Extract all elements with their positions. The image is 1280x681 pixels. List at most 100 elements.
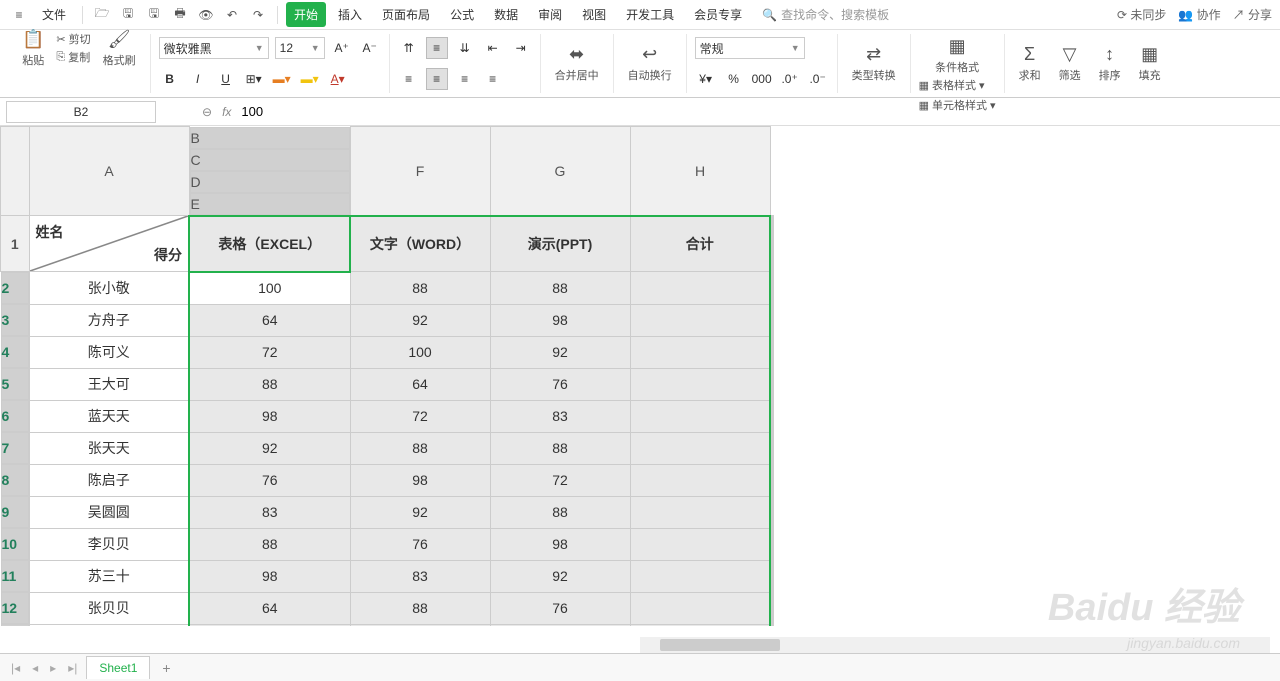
cell-E2[interactable] bbox=[630, 272, 770, 305]
table-style-button[interactable]: ▦ 表格样式 ▾ bbox=[919, 77, 996, 93]
cell-E12[interactable] bbox=[630, 592, 770, 624]
share-button[interactable]: ↗ 分享 bbox=[1233, 6, 1272, 23]
cell-D9[interactable]: 88 bbox=[490, 496, 630, 528]
cancel-icon[interactable]: ⊖ bbox=[202, 105, 212, 119]
cell-H8[interactable] bbox=[773, 464, 774, 496]
tab-nav-last[interactable]: ▸| bbox=[65, 661, 80, 675]
fill-button[interactable]: ▦填充 bbox=[1133, 42, 1167, 85]
cell-D6[interactable]: 83 bbox=[490, 400, 630, 432]
cell-B13[interactable]: 72 bbox=[189, 624, 350, 626]
app-menu-icon[interactable]: ≡ bbox=[8, 4, 30, 26]
cell-H3[interactable] bbox=[773, 304, 774, 336]
percent-button[interactable]: % bbox=[723, 68, 745, 90]
increase-font-icon[interactable]: A⁺ bbox=[331, 37, 353, 59]
cell-B4[interactable]: 72 bbox=[189, 336, 350, 368]
add-sheet-button[interactable]: + bbox=[156, 660, 176, 676]
cell-E11[interactable] bbox=[630, 560, 770, 592]
align-justify-button[interactable]: ≡ bbox=[482, 68, 504, 90]
align-left-button[interactable]: ≡ bbox=[398, 68, 420, 90]
tab-nav-next[interactable]: ▸ bbox=[47, 661, 59, 675]
cell-A9[interactable]: 吴圆圆 bbox=[29, 496, 189, 528]
row-header-13[interactable]: 13 bbox=[1, 624, 29, 626]
font-select[interactable]: 微软雅黑▼ bbox=[159, 37, 269, 59]
cell-B6[interactable]: 98 bbox=[189, 400, 350, 432]
cell-H9[interactable] bbox=[773, 496, 774, 528]
row-header-6[interactable]: 6 bbox=[1, 400, 29, 432]
cell-E10[interactable] bbox=[630, 528, 770, 560]
cell-A1[interactable]: 姓名得分 bbox=[29, 216, 189, 272]
menu-file[interactable]: 文件 bbox=[34, 2, 74, 27]
cell-C12[interactable]: 88 bbox=[350, 592, 490, 624]
cell-E7[interactable] bbox=[630, 432, 770, 464]
cell-E9[interactable] bbox=[630, 496, 770, 528]
cell-E6[interactable] bbox=[630, 400, 770, 432]
sort-button[interactable]: ↕排序 bbox=[1093, 42, 1127, 85]
font-size-select[interactable]: 12▼ bbox=[275, 37, 325, 59]
cell-D5[interactable]: 76 bbox=[490, 368, 630, 400]
select-all-corner[interactable] bbox=[1, 127, 30, 216]
row-header-3[interactable]: 3 bbox=[1, 304, 29, 336]
tab-nav-first[interactable]: |◂ bbox=[8, 661, 23, 675]
tab-data[interactable]: 数据 bbox=[486, 2, 526, 27]
formula-input[interactable] bbox=[241, 104, 641, 119]
cell-A7[interactable]: 张天天 bbox=[29, 432, 189, 464]
comma-button[interactable]: 000 bbox=[751, 68, 773, 90]
cell-H4[interactable] bbox=[773, 336, 774, 368]
conditional-format-button[interactable]: ▦条件格式 bbox=[919, 34, 996, 77]
saveas-icon[interactable]: 🖫 bbox=[143, 4, 165, 26]
row-header-1[interactable]: 1 bbox=[1, 216, 30, 272]
type-convert-button[interactable]: ⇄类型转换 bbox=[846, 34, 902, 93]
wrap-text-button[interactable]: ↩自动换行 bbox=[622, 34, 678, 93]
fill-orange-button[interactable]: ▬▾ bbox=[271, 68, 293, 90]
cell-A5[interactable]: 王大可 bbox=[29, 368, 189, 400]
cell-H6[interactable] bbox=[773, 400, 774, 432]
cell-H7[interactable] bbox=[773, 432, 774, 464]
cell-C11[interactable]: 83 bbox=[350, 560, 490, 592]
cell-B9[interactable]: 83 bbox=[189, 496, 350, 528]
cell-E4[interactable] bbox=[630, 336, 770, 368]
undo-icon[interactable]: ↶ bbox=[221, 4, 243, 26]
sum-button[interactable]: Σ求和 bbox=[1013, 42, 1047, 85]
save-icon[interactable]: 🖫 bbox=[117, 4, 139, 26]
collab-button[interactable]: 👥 协作 bbox=[1178, 6, 1220, 23]
copy-button[interactable]: ⎘ 复制 bbox=[56, 49, 90, 65]
cell-H2[interactable] bbox=[773, 272, 774, 305]
sheet-tab[interactable]: Sheet1 bbox=[86, 656, 150, 679]
align-middle-button[interactable]: ≡ bbox=[426, 37, 448, 59]
row-header-4[interactable]: 4 bbox=[1, 336, 29, 368]
cell-C5[interactable]: 64 bbox=[350, 368, 490, 400]
cell-A13[interactable]: 陈芳芳 bbox=[29, 624, 189, 626]
cell-C8[interactable]: 98 bbox=[350, 464, 490, 496]
cell-H5[interactable] bbox=[773, 368, 774, 400]
open-icon[interactable]: 🗁 bbox=[91, 4, 113, 26]
cell-E3[interactable] bbox=[630, 304, 770, 336]
number-format-select[interactable]: 常规▼ bbox=[695, 37, 805, 59]
align-right-button[interactable]: ≡ bbox=[454, 68, 476, 90]
underline-button[interactable]: U bbox=[215, 68, 237, 90]
inc-decimal-button[interactable]: .0⁺ bbox=[779, 68, 801, 90]
tab-start[interactable]: 开始 bbox=[286, 2, 326, 27]
tab-member[interactable]: 会员专享 bbox=[686, 2, 750, 27]
bold-button[interactable]: B bbox=[159, 68, 181, 90]
cell-A6[interactable]: 蓝天天 bbox=[29, 400, 189, 432]
tab-formula[interactable]: 公式 bbox=[442, 2, 482, 27]
redo-icon[interactable]: ↷ bbox=[247, 4, 269, 26]
tab-review[interactable]: 审阅 bbox=[530, 2, 570, 27]
cell-D3[interactable]: 98 bbox=[490, 304, 630, 336]
indent-inc-button[interactable]: ⇥ bbox=[510, 37, 532, 59]
cell-C9[interactable]: 92 bbox=[350, 496, 490, 528]
row-header-7[interactable]: 7 bbox=[1, 432, 29, 464]
cell-H13[interactable] bbox=[773, 624, 774, 626]
cell-H11[interactable] bbox=[773, 560, 774, 592]
cell-C13[interactable]: 98 bbox=[350, 624, 490, 626]
cell-C2[interactable]: 88 bbox=[350, 272, 490, 305]
cell-D1[interactable]: 演示(PPT) bbox=[490, 216, 630, 272]
cell-C3[interactable]: 92 bbox=[350, 304, 490, 336]
font-color-button[interactable]: A▾ bbox=[327, 68, 349, 90]
col-header-E[interactable]: E bbox=[190, 193, 350, 215]
cell-C10[interactable]: 76 bbox=[350, 528, 490, 560]
col-header-G[interactable]: G bbox=[490, 127, 630, 216]
col-header-F[interactable]: F bbox=[350, 127, 490, 216]
sync-status[interactable]: ⟳ 未同步 bbox=[1117, 6, 1166, 23]
col-header-A[interactable]: A bbox=[29, 127, 189, 216]
